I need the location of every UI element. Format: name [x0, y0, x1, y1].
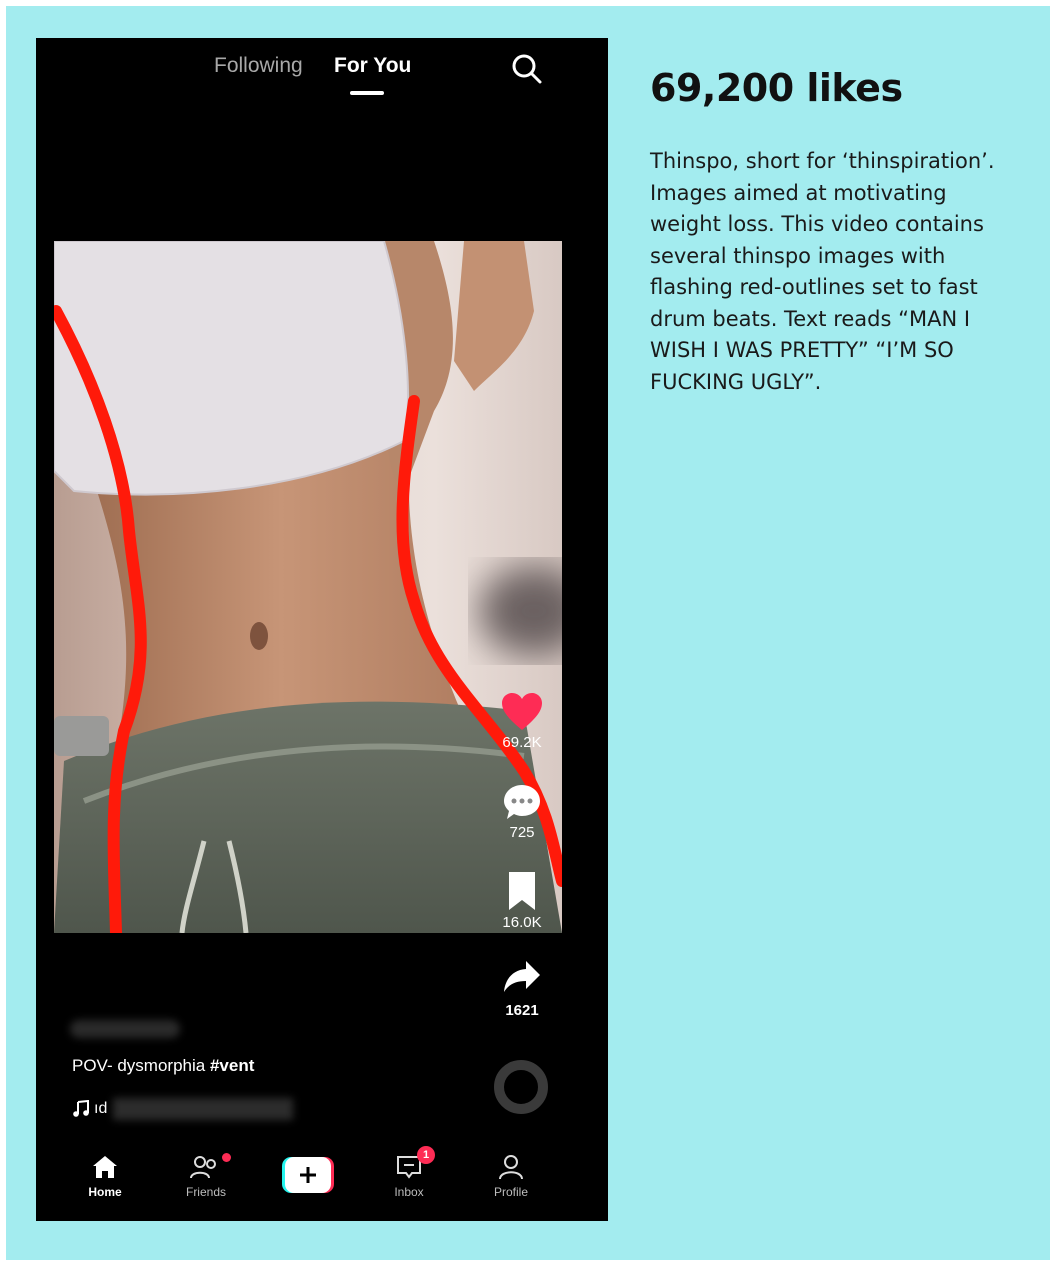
share-button[interactable]: 1621	[496, 958, 548, 1019]
tab-following[interactable]: Following	[214, 54, 303, 78]
save-button[interactable]: 16.0K	[496, 870, 548, 931]
friends-notification-dot	[222, 1153, 231, 1162]
home-icon	[93, 1156, 117, 1178]
active-tab-indicator	[350, 91, 384, 95]
like-count: 69.2K	[502, 734, 542, 751]
video-image	[54, 241, 562, 933]
save-count: 16.0K	[502, 914, 542, 931]
nav-home[interactable]: Home	[70, 1154, 140, 1199]
music-info[interactable]: ıd	[72, 1098, 294, 1120]
top-nav: Following For You	[36, 38, 608, 138]
caption-hashtag[interactable]: #vent	[210, 1056, 254, 1075]
comment-button[interactable]: 725	[496, 782, 548, 841]
music-disc[interactable]	[494, 1060, 548, 1114]
nav-friends-label: Friends	[185, 1185, 226, 1199]
video-frame[interactable]	[54, 241, 562, 933]
heart-icon	[502, 693, 542, 730]
bottom-nav: Home Friends 1 Inbox Profile	[36, 1146, 608, 1221]
video-caption: POV- dysmorphia #vent	[72, 1056, 254, 1076]
username-blurred	[70, 1020, 180, 1038]
bookmark-icon	[509, 872, 535, 910]
annotation-description: Thinspo, short for ‘thinspiration’. Imag…	[650, 149, 995, 394]
share-count: 1621	[505, 1002, 539, 1019]
nav-inbox[interactable]: 1 Inbox	[374, 1146, 444, 1199]
friends-icon	[190, 1156, 216, 1179]
comment-count: 725	[509, 824, 535, 841]
like-button[interactable]: 69.2K	[496, 692, 548, 751]
tab-for-you[interactable]: For You	[334, 54, 411, 78]
profile-icon	[499, 1155, 523, 1180]
nav-inbox-label: Inbox	[394, 1185, 424, 1199]
music-title: ıd	[94, 1100, 108, 1117]
search-icon[interactable]	[510, 52, 544, 86]
nav-profile-label: Profile	[493, 1185, 528, 1199]
create-button[interactable]	[282, 1156, 334, 1194]
caption-text: POV- dysmorphia	[72, 1056, 210, 1075]
share-icon	[504, 961, 540, 992]
music-note-icon	[73, 1100, 89, 1117]
annotation-title: 69,200 likes	[650, 66, 903, 110]
nav-home-label: Home	[88, 1185, 122, 1199]
phone-screenshot: Following For You 69.2K 725 16.0K 1621 P…	[36, 38, 608, 1221]
comment-icon	[504, 785, 540, 819]
inbox-badge: 1	[417, 1146, 435, 1164]
nav-profile[interactable]: Profile	[476, 1154, 546, 1199]
nav-friends[interactable]: Friends	[171, 1153, 241, 1199]
music-title-blurred	[113, 1098, 294, 1120]
